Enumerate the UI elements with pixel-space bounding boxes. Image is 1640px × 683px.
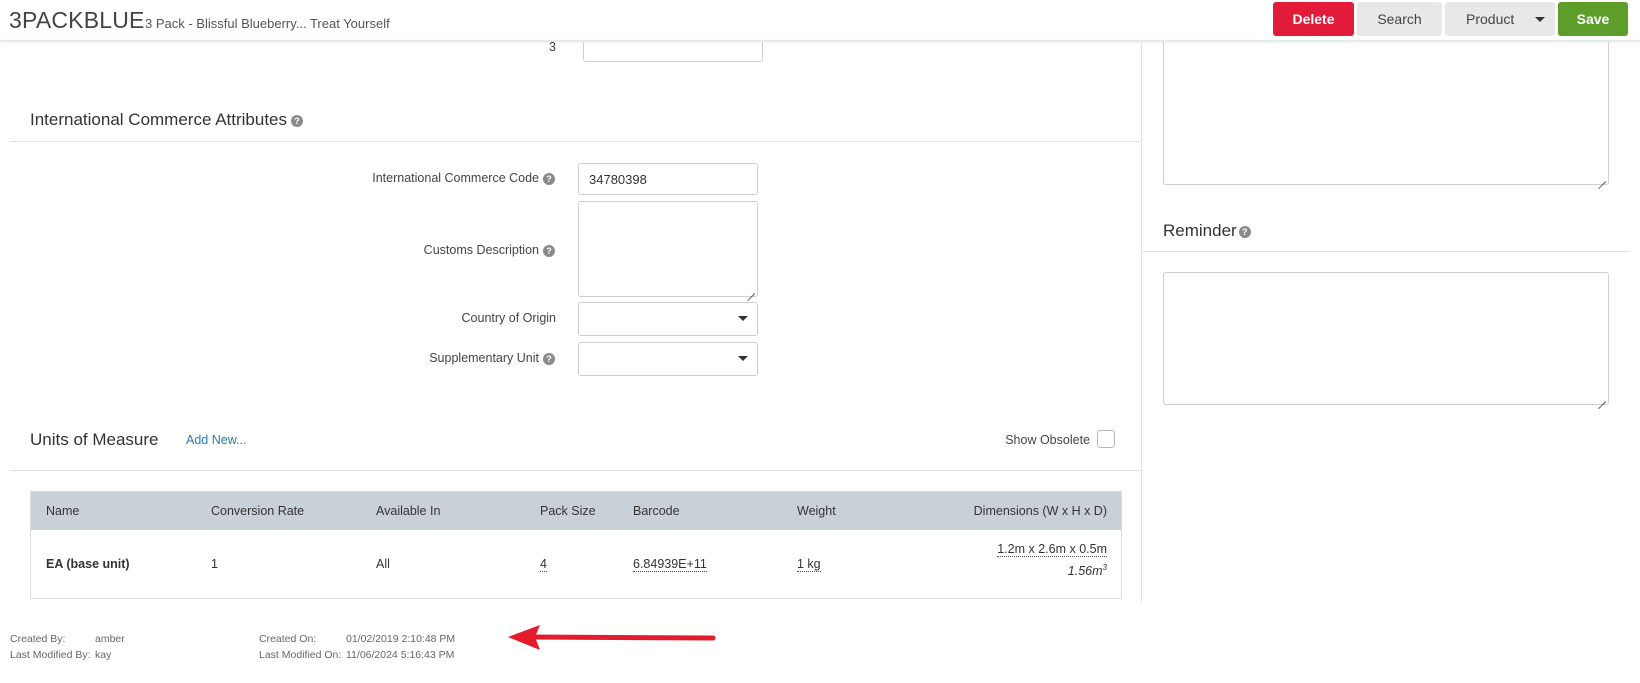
- help-icon[interactable]: ?: [543, 172, 555, 185]
- created-by-value: amber: [95, 633, 125, 645]
- supplementary-unit-label-text: Supplementary Unit: [429, 351, 539, 365]
- help-icon[interactable]: ?: [543, 352, 555, 365]
- column-header-barcode[interactable]: Barcode: [633, 504, 680, 518]
- uom-name: EA (base unit): [46, 557, 130, 571]
- uom-volume-value: 1.56m: [1067, 564, 1103, 579]
- column-header-weight[interactable]: Weight: [797, 504, 836, 518]
- product-name: 3 Pack - Blissful Blueberry... Treat You…: [145, 16, 390, 31]
- customs-description-label-text: Customs Description: [423, 243, 539, 257]
- column-header-dimensions[interactable]: Dimensions (W x H x D): [974, 504, 1107, 518]
- supplementary-unit-select[interactable]: [578, 342, 758, 376]
- supplementary-unit-label: Supplementary Unit?: [300, 351, 555, 365]
- intl-commerce-title-text: International Commerce Attributes: [30, 110, 288, 129]
- modified-on-label: Last Modified On:: [259, 649, 342, 661]
- column-header-pack-size[interactable]: Pack Size: [540, 504, 596, 518]
- intl-code-input[interactable]: 34780398: [578, 163, 758, 195]
- resize-handle-icon[interactable]: [1598, 394, 1606, 402]
- resize-handle-icon[interactable]: [1598, 174, 1606, 182]
- customs-description-textarea[interactable]: [578, 201, 758, 297]
- caret-down-icon: [738, 356, 748, 361]
- reminder-title: Reminder?: [1163, 221, 1251, 241]
- divider: [10, 141, 1141, 142]
- search-button[interactable]: Search: [1357, 2, 1442, 36]
- modified-on-value: 11/06/2024 5:16:43 PM: [346, 649, 455, 661]
- add-new-uom-link[interactable]: Add New...: [186, 433, 246, 447]
- top-bar: 3PACKBLUE 3 Pack - Blissful Blueberry...…: [0, 0, 1640, 42]
- reminder-textarea[interactable]: [1163, 272, 1609, 405]
- help-icon[interactable]: ?: [1238, 225, 1251, 238]
- modified-by-label: Last Modified By:: [10, 649, 91, 661]
- uom-pack-size[interactable]: 4: [540, 557, 547, 572]
- field-label-3: 3: [549, 40, 556, 54]
- column-header-conversion-rate[interactable]: Conversion Rate: [211, 504, 304, 518]
- delete-button[interactable]: Delete: [1273, 2, 1354, 36]
- column-header-name[interactable]: Name: [46, 504, 79, 518]
- modified-by-value: kay: [95, 649, 112, 661]
- caret-down-icon: [738, 316, 748, 321]
- caret-down-icon: [1535, 17, 1545, 22]
- notes-textarea[interactable]: [1163, 38, 1609, 185]
- column-header-available-in[interactable]: Available In: [376, 504, 440, 518]
- uom-barcode[interactable]: 6.84939E+11: [633, 557, 707, 572]
- intl-code-label-text: International Commerce Code: [372, 171, 539, 185]
- red-arrow-annotation: [508, 625, 716, 650]
- uom-weight[interactable]: 1 kg: [797, 557, 821, 572]
- table-row[interactable]: EA (base unit) 1 All 4 6.84939E+11 1 kg …: [31, 530, 1121, 598]
- created-on-label: Created On:: [259, 633, 317, 645]
- uom-title: Units of Measure: [30, 430, 159, 449]
- product-menu-button[interactable]: Product: [1445, 2, 1555, 36]
- show-obsolete-label: Show Obsolete: [1005, 433, 1090, 447]
- uom-volume: 1.56m3: [1068, 563, 1107, 578]
- help-icon[interactable]: ?: [291, 114, 304, 127]
- save-button[interactable]: Save: [1558, 2, 1628, 36]
- uom-available-in: All: [376, 557, 390, 571]
- table-header: Name Conversion Rate Available In Pack S…: [31, 492, 1121, 530]
- intl-commerce-title: International Commerce Attributes?: [30, 110, 304, 130]
- divider: [1141, 251, 1630, 252]
- panel-divider: [1141, 42, 1142, 602]
- customs-description-label: Customs Description?: [300, 243, 555, 257]
- intl-code-label: International Commerce Code?: [300, 171, 555, 185]
- uom-volume-exponent: 3: [1102, 563, 1107, 572]
- uom-conversion-rate: 1: [211, 557, 218, 571]
- divider: [10, 470, 1141, 471]
- show-obsolete-checkbox[interactable]: [1097, 430, 1115, 448]
- uom-table: Name Conversion Rate Available In Pack S…: [30, 491, 1122, 599]
- product-sku: 3PACKBLUE: [9, 7, 145, 33]
- country-of-origin-label: Country of Origin: [461, 311, 556, 325]
- created-on-value: 01/02/2019 2:10:48 PM: [346, 633, 456, 645]
- country-of-origin-select[interactable]: [578, 302, 758, 336]
- created-by-label: Created By:: [10, 633, 66, 645]
- uom-dimensions[interactable]: 1.2m x 2.6m x 0.5m: [997, 542, 1107, 557]
- product-menu-label: Product: [1466, 11, 1515, 27]
- reminder-title-text: Reminder: [1163, 221, 1237, 240]
- resize-handle-icon[interactable]: [747, 286, 755, 294]
- help-icon[interactable]: ?: [543, 244, 555, 257]
